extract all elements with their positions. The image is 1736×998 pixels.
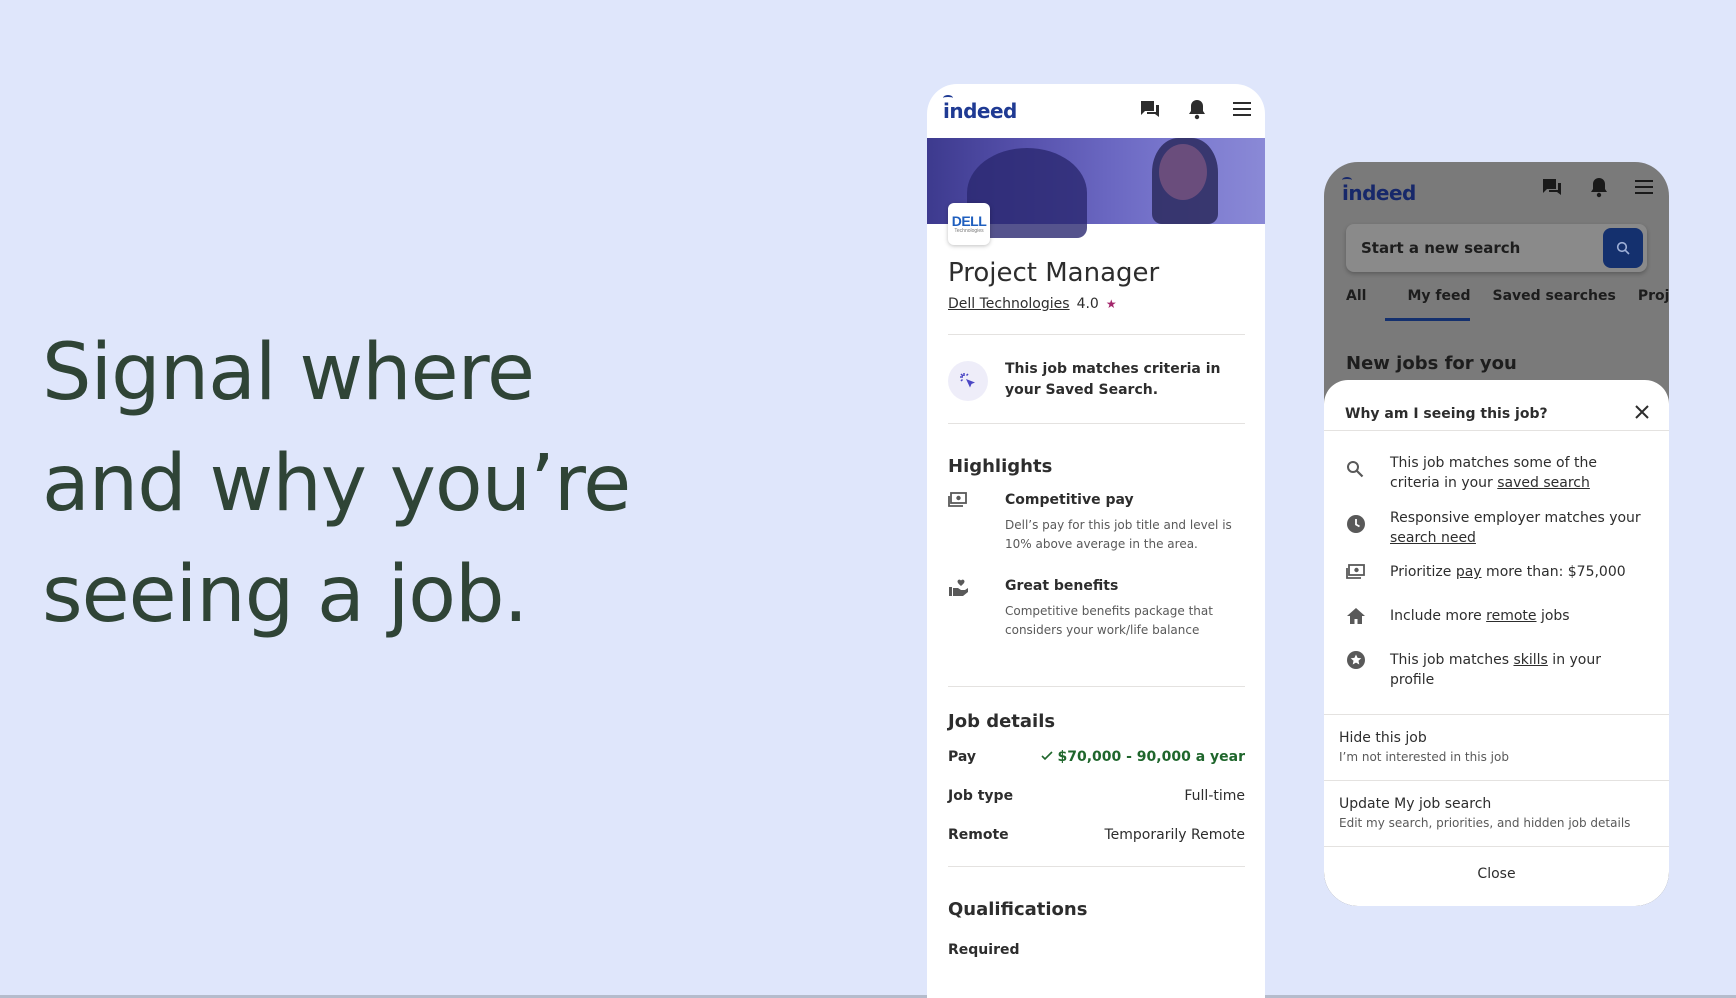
home-icon [1346,606,1390,626]
required-label: Required [948,942,1020,958]
highlight-description: Competitive benefits package that consid… [1005,604,1213,637]
saved-search-link[interactable]: saved search [1497,475,1590,491]
clock-icon [1346,508,1390,533]
hide-job-button[interactable]: Hide this job I’m not interested in this… [1324,715,1669,780]
why-seeing-job-sheet: Why am I seeing this job? This job match… [1324,380,1669,906]
menu-icon[interactable] [1635,179,1653,195]
qualifications-heading: Qualifications [948,899,1088,920]
hero-line-2: and why you’re [42,439,631,529]
reason-item: This job matches skills in your profile [1324,650,1669,690]
divider [948,866,1245,867]
reason-item: Include more remote jobs [1324,606,1669,626]
sparkle-cursor-icon [948,361,988,401]
company-link[interactable]: Dell Technologies [948,296,1070,312]
app-header: indeed [1324,162,1669,224]
benefits-icon [948,578,1005,640]
job-title: Project Manager [948,258,1160,288]
money-icon [1346,562,1390,582]
company-rating: 4.0 [1076,296,1099,312]
update-job-search-button[interactable]: Update My job search Edit my search, pri… [1324,781,1669,846]
company-logo[interactable]: DELL Technologies [948,203,990,245]
close-button[interactable]: Close [1324,847,1669,882]
hero-headline: Signal where and why you’re seeing a job… [42,318,682,651]
pay-link[interactable]: pay [1456,564,1482,580]
indeed-logo[interactable]: indeed [943,95,1017,123]
sheet-title: Why am I seeing this job? [1345,405,1548,422]
divider [1324,430,1669,431]
highlight-title: Competitive pay [1005,492,1134,508]
reason-item: Responsive employer matches your search … [1324,508,1669,548]
messages-icon[interactable] [1541,177,1563,197]
search-icon [1346,453,1390,478]
feed-phone: indeed Start a new search All My feed Sa… [1324,162,1669,906]
notifications-bell-icon[interactable] [1589,176,1609,198]
saved-search-match-notice: This job matches criteria in your Saved … [948,335,1245,423]
search-input[interactable]: Start a new search [1346,224,1647,272]
tab-all[interactable]: All [1346,288,1366,321]
tab-my-feed[interactable]: My feed [1385,288,1471,321]
job-detail-phone: indeed DELL Technologies Project Manager… [927,84,1265,998]
close-icon[interactable] [1635,404,1649,423]
skills-link[interactable]: skills [1513,652,1547,668]
job-details-heading: Job details [948,711,1056,732]
divider [948,686,1245,687]
reason-item: Prioritize pay more than: $75,000 [1324,562,1669,582]
rating-star-icon: ★ [1105,297,1117,311]
feed-tabs: All My feed Saved searches Projec [1324,288,1669,321]
divider [948,423,1245,424]
star-icon [1346,650,1390,670]
menu-icon[interactable] [1233,101,1251,117]
match-text: This job matches criteria in your Saved … [1005,361,1221,398]
highlights-heading: Highlights [948,456,1053,477]
highlight-item: Great benefits Competitive benefits pack… [948,578,1245,640]
pay-value: $70,000 - 90,000 a year [1041,749,1245,765]
indeed-logo[interactable]: indeed [1342,177,1416,205]
highlight-title: Great benefits [1005,578,1119,594]
money-icon [948,492,1005,554]
notifications-bell-icon[interactable] [1187,98,1207,120]
sheet-header: Why am I seeing this job? [1324,380,1669,430]
tab-saved-searches[interactable]: Saved searches [1492,288,1615,321]
detail-row-remote: Remote Temporarily Remote [948,827,1245,843]
app-header: indeed [927,84,1265,138]
hero-line-3: seeing a job. [42,550,528,640]
tab-projects[interactable]: Projec [1638,288,1669,321]
detail-row-pay: Pay $70,000 - 90,000 a year [948,749,1245,765]
remote-link[interactable]: remote [1486,608,1536,624]
new-jobs-heading: New jobs for you [1346,353,1517,374]
reason-item: This job matches some of the criteria in… [1324,453,1669,493]
company-row: Dell Technologies 4.0 ★ [948,296,1245,312]
search-icon [1616,241,1630,255]
highlight-item: Competitive pay Dell’s pay for this job … [948,492,1245,554]
detail-row-job-type: Job type Full-time [948,788,1245,804]
highlight-description: Dell’s pay for this job title and level … [1005,518,1232,551]
search-button[interactable] [1603,228,1643,268]
messages-icon[interactable] [1139,99,1161,119]
search-need-link[interactable]: search need [1390,530,1476,546]
hero-line-1: Signal where [42,328,535,418]
